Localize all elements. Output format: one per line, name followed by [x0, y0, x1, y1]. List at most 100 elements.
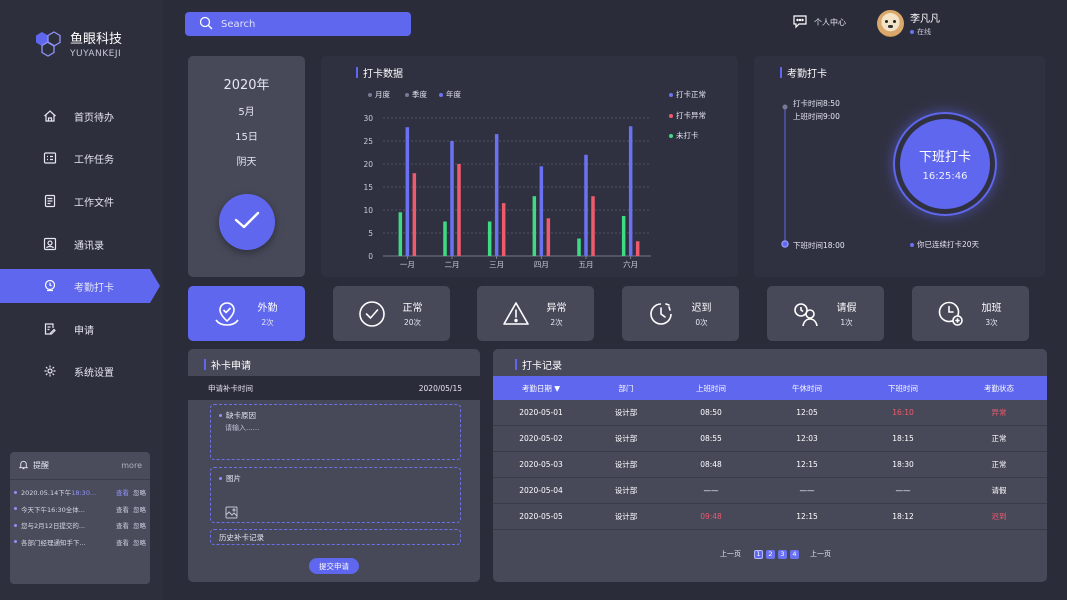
page-4[interactable]: 4 — [790, 549, 799, 559]
bar — [443, 221, 447, 256]
bar — [621, 215, 626, 256]
cell-on: 09:48 — [700, 512, 722, 521]
sidebar-item-contacts[interactable]: 通讯录 — [0, 227, 160, 261]
history-link[interactable]: 历史补卡记录 — [210, 529, 461, 545]
end-time: 下班时间18:00 — [793, 241, 845, 250]
image-upload[interactable]: 图片 — [210, 467, 461, 523]
page-2[interactable]: 2 — [766, 549, 775, 559]
stat-normal[interactable]: 正常 20次 — [333, 286, 450, 341]
stat-late[interactable]: 迟到 0次 — [622, 286, 739, 341]
submit-button[interactable]: 提交申请 — [309, 558, 359, 574]
stat-count: 0次 — [695, 318, 708, 327]
col-off: 下班时间 — [888, 383, 918, 393]
col-date-sort[interactable]: 考勤日期 ▼ — [493, 383, 589, 394]
cell-status: 迟到 — [991, 512, 1007, 521]
stat-abnormal[interactable]: 异常 2次 — [477, 286, 594, 341]
y-tick-label: 5 — [368, 229, 373, 238]
pagination: 上一页 1 2 3 4 上一页 — [720, 549, 831, 559]
clock-out-ring: 下班打卡 16:25:46 — [893, 112, 997, 216]
ignore-link[interactable]: 忽略 — [133, 520, 146, 530]
image-label: 图片 — [226, 474, 241, 483]
clock-out-button[interactable]: 下班打卡 16:25:46 — [900, 119, 990, 209]
table-row[interactable]: 2020-05-05 设计部 09:48 12:15 18:12 迟到 — [493, 504, 1047, 530]
check-circle-icon — [357, 299, 387, 329]
cell-noon: 12:03 — [796, 434, 818, 443]
page-3[interactable]: 3 — [778, 549, 787, 559]
sidebar-item-apply[interactable]: 申请 — [0, 312, 160, 346]
view-link[interactable]: 查看 — [116, 537, 129, 547]
view-link[interactable]: 查看 — [116, 520, 129, 530]
table-row[interactable]: 2020-05-02 设计部 08:55 12:03 18:15 正常 — [493, 426, 1047, 452]
view-link[interactable]: 查看 — [116, 487, 129, 497]
sidebar-item-label: 首页待办 — [74, 112, 114, 124]
search-input[interactable] — [221, 18, 391, 30]
cell-date: 2020-05-03 — [519, 460, 563, 469]
ignore-link[interactable]: 忽略 — [133, 504, 146, 514]
cell-off: 16:10 — [892, 408, 914, 417]
personal-center-link[interactable]: 个人中心 — [792, 14, 846, 31]
view-link[interactable]: 查看 — [116, 504, 129, 514]
prev-page-button[interactable]: 上一页 — [720, 549, 741, 559]
next-page-button[interactable]: 上一页 — [810, 549, 831, 559]
reminder-title: 提醒 — [33, 461, 49, 470]
bar — [539, 166, 544, 256]
chart-card: 打卡数据 月度 季度 年度 打卡正常 打卡异常 未打卡 0 5 10 15 20 25 30… — [321, 56, 738, 277]
user-name: 李凡凡 — [910, 14, 940, 25]
table-row[interactable]: 2020-05-03 设计部 08:48 12:15 18:30 正常 — [493, 452, 1047, 478]
stat-field-work[interactable]: 外勤 2次 — [188, 286, 305, 341]
cell-on: —— — [703, 486, 719, 495]
page-1[interactable]: 1 — [754, 549, 763, 559]
cell-noon: 12:15 — [796, 512, 818, 521]
bar — [532, 196, 537, 256]
check-in-button[interactable] — [218, 194, 275, 250]
late-clock-icon — [646, 299, 676, 329]
records-card: 打卡记录 考勤日期 ▼ 部门 上班时间 午休时间 下班时间 考勤状态 2020-… — [493, 349, 1047, 582]
apply-time-row[interactable]: 申请补卡时间 2020/05/15 — [188, 376, 480, 400]
sidebar-item-tasks[interactable]: 工作任务 — [0, 141, 160, 175]
ignore-link[interactable]: 忽略 — [133, 487, 146, 497]
x-tick-label: 五月 — [579, 260, 594, 269]
bar — [398, 212, 403, 256]
reminder-text: 各部门经理通知手下... — [21, 538, 86, 547]
reason-label: 缺卡原因 — [226, 411, 256, 420]
y-tick-label: 10 — [363, 206, 373, 215]
cell-on: 08:48 — [700, 460, 722, 469]
reminder-time: 18:30... — [71, 489, 97, 498]
stat-overtime[interactable]: 加班 3次 — [912, 286, 1029, 341]
x-tick-label: 四月 — [534, 260, 549, 269]
sidebar-item-attendance[interactable]: 考勤打卡 — [0, 269, 160, 303]
records-title: 打卡记录 — [515, 357, 562, 372]
search-icon — [199, 15, 213, 34]
date-month: 5月 — [238, 107, 255, 118]
reminder-text: 今天下午16:30全体... — [21, 505, 85, 514]
sidebar-item-settings[interactable]: 系统设置 — [0, 354, 160, 388]
sidebar-item-label: 系统设置 — [74, 367, 114, 379]
cell-status: 正常 — [991, 460, 1007, 469]
cell-dept: 设计部 — [614, 408, 638, 417]
y-tick-label: 0 — [368, 252, 373, 261]
cell-dept: 设计部 — [614, 460, 638, 469]
field-work-icon — [212, 299, 242, 329]
bar — [405, 127, 410, 256]
sidebar-item-home[interactable]: 首页待办 — [0, 99, 160, 133]
cell-date: 2020-05-05 — [519, 512, 563, 521]
cell-off: 18:12 — [892, 512, 914, 521]
more-link[interactable]: more — [121, 461, 142, 470]
cell-on: 08:55 — [700, 434, 722, 443]
overtime-clock-icon — [936, 299, 966, 329]
stat-name: 请假 — [836, 303, 857, 314]
stat-count: 3次 — [985, 318, 998, 327]
table-row[interactable]: 2020-05-01 设计部 08:50 12:05 16:10 异常 — [493, 400, 1047, 426]
search-bar[interactable] — [185, 12, 411, 36]
makeup-apply-card: 补卡申请 申请补卡时间 2020/05/15 缺卡原因 请输入...... 图片… — [188, 349, 480, 582]
cell-date: 2020-05-04 — [519, 486, 563, 495]
reason-field[interactable]: 缺卡原因 请输入...... — [210, 404, 461, 460]
sidebar-item-files[interactable]: 工作文件 — [0, 184, 160, 218]
apply-time-value[interactable]: 2020/05/15 — [419, 384, 462, 393]
stat-leave[interactable]: 请假 1次 — [767, 286, 884, 341]
ignore-link[interactable]: 忽略 — [133, 537, 146, 547]
task-icon — [42, 150, 58, 166]
table-row[interactable]: 2020-05-04 设计部 —— —— —— 请假 — [493, 478, 1047, 504]
avatar[interactable] — [877, 10, 904, 37]
user-profile[interactable]: 李凡凡 在线 — [877, 10, 940, 37]
